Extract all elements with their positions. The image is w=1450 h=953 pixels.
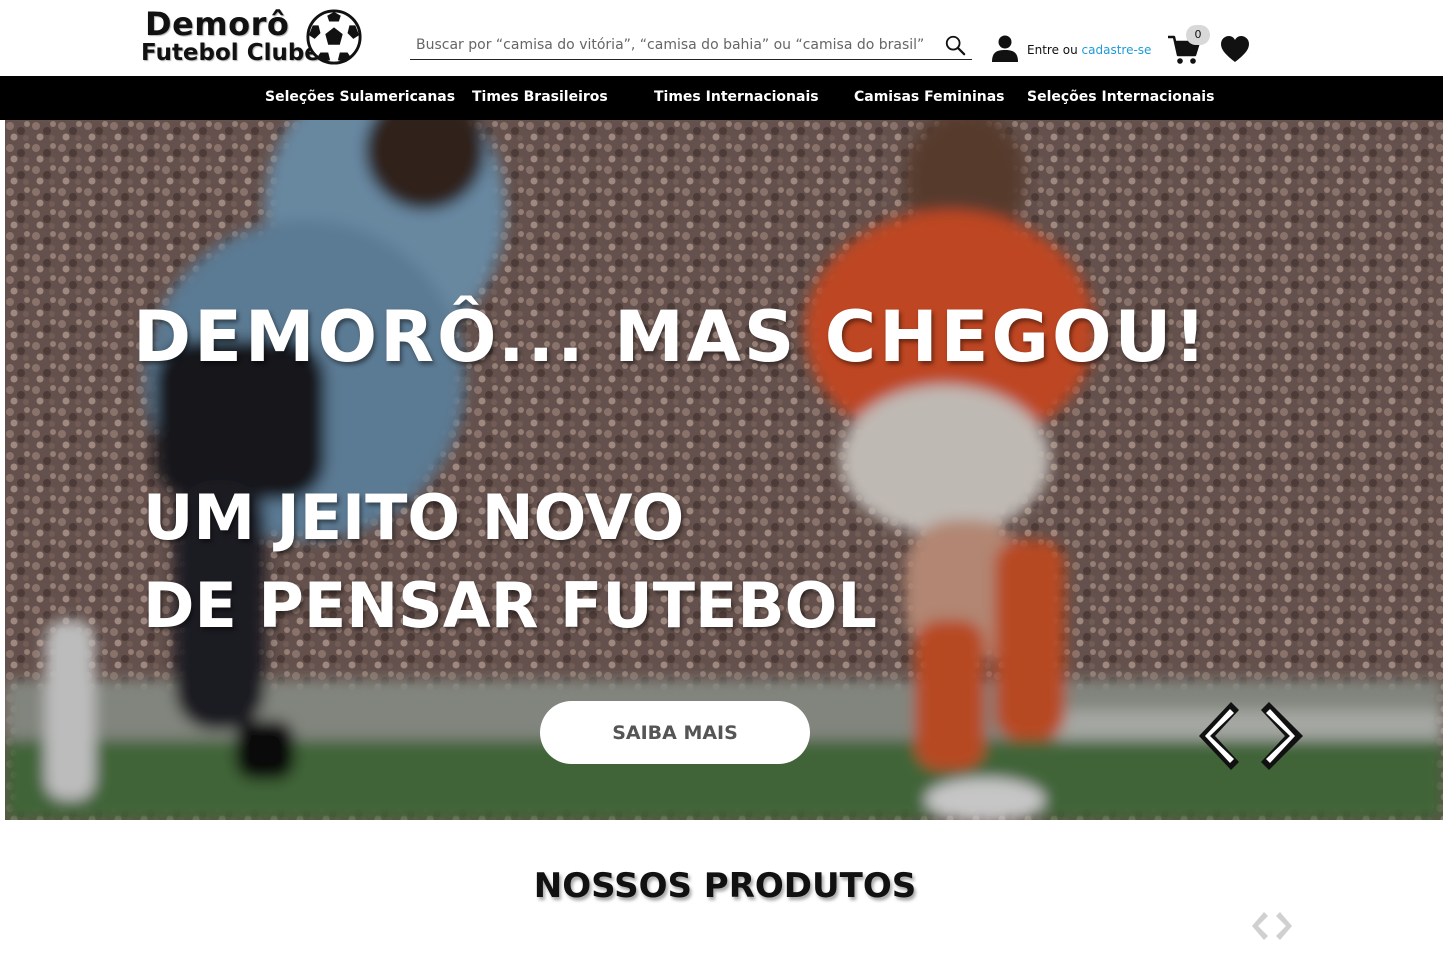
nav-item-selecoes-internacionais[interactable]: Seleções Internacionais xyxy=(1027,89,1214,105)
saiba-mais-button[interactable]: SAIBA MAIS xyxy=(540,701,810,764)
hero-subtitle: UM JEITO NOVO DE PENSAR FUTEBOL xyxy=(143,474,877,650)
cart-count-badge: 0 xyxy=(1186,25,1210,45)
hero-subtitle-line1: UM JEITO NOVO xyxy=(143,481,685,554)
chevron-left-icon[interactable] xyxy=(1199,702,1239,770)
nav-item-times-internacionais[interactable]: Times Internacionais xyxy=(654,89,819,105)
login-prompt: Entre ou cadastre-se xyxy=(1027,43,1151,57)
heart-icon[interactable] xyxy=(1220,35,1250,63)
chevron-right-icon[interactable] xyxy=(1261,702,1303,770)
search-input[interactable] xyxy=(416,34,926,56)
logo-title: Demorô xyxy=(145,5,290,43)
chevron-left-icon[interactable] xyxy=(1252,912,1268,940)
site-header: Demorô Futebol Clube Entre ou cadastre-s… xyxy=(5,0,1443,76)
hero-subtitle-line2: DE PENSAR FUTEBOL xyxy=(143,569,877,642)
search-icon[interactable] xyxy=(944,34,966,56)
logo-subtitle: Futebol Clube xyxy=(141,40,320,66)
site-logo[interactable]: Demorô Futebol Clube xyxy=(141,6,371,72)
login-prefix[interactable]: Entre ou xyxy=(1027,43,1082,57)
products-carousel-arrows xyxy=(1252,912,1292,940)
main-nav: Seleções Sulamericanas Times Brasileiros… xyxy=(0,76,1443,120)
nav-item-camisas-femininas[interactable]: Camisas Femininas xyxy=(854,89,1005,105)
register-link[interactable]: cadastre-se xyxy=(1082,43,1152,57)
hero-carousel-arrows xyxy=(1199,702,1303,770)
chevron-right-icon[interactable] xyxy=(1276,912,1292,940)
products-section-title: NOSSOS PRODUTOS xyxy=(533,866,917,906)
soccer-ball-icon xyxy=(306,9,362,65)
hero-banner: DEMORÔ... MAS CHEGOU! UM JEITO NOVO DE P… xyxy=(5,120,1443,820)
search-bar xyxy=(410,30,972,60)
hero-title: DEMORÔ... MAS CHEGOU! xyxy=(133,296,1210,378)
nav-item-selecoes-sulamericanas[interactable]: Seleções Sulamericanas xyxy=(265,89,455,105)
user-icon[interactable] xyxy=(991,34,1019,62)
nav-item-times-brasileiros[interactable]: Times Brasileiros xyxy=(472,89,608,105)
